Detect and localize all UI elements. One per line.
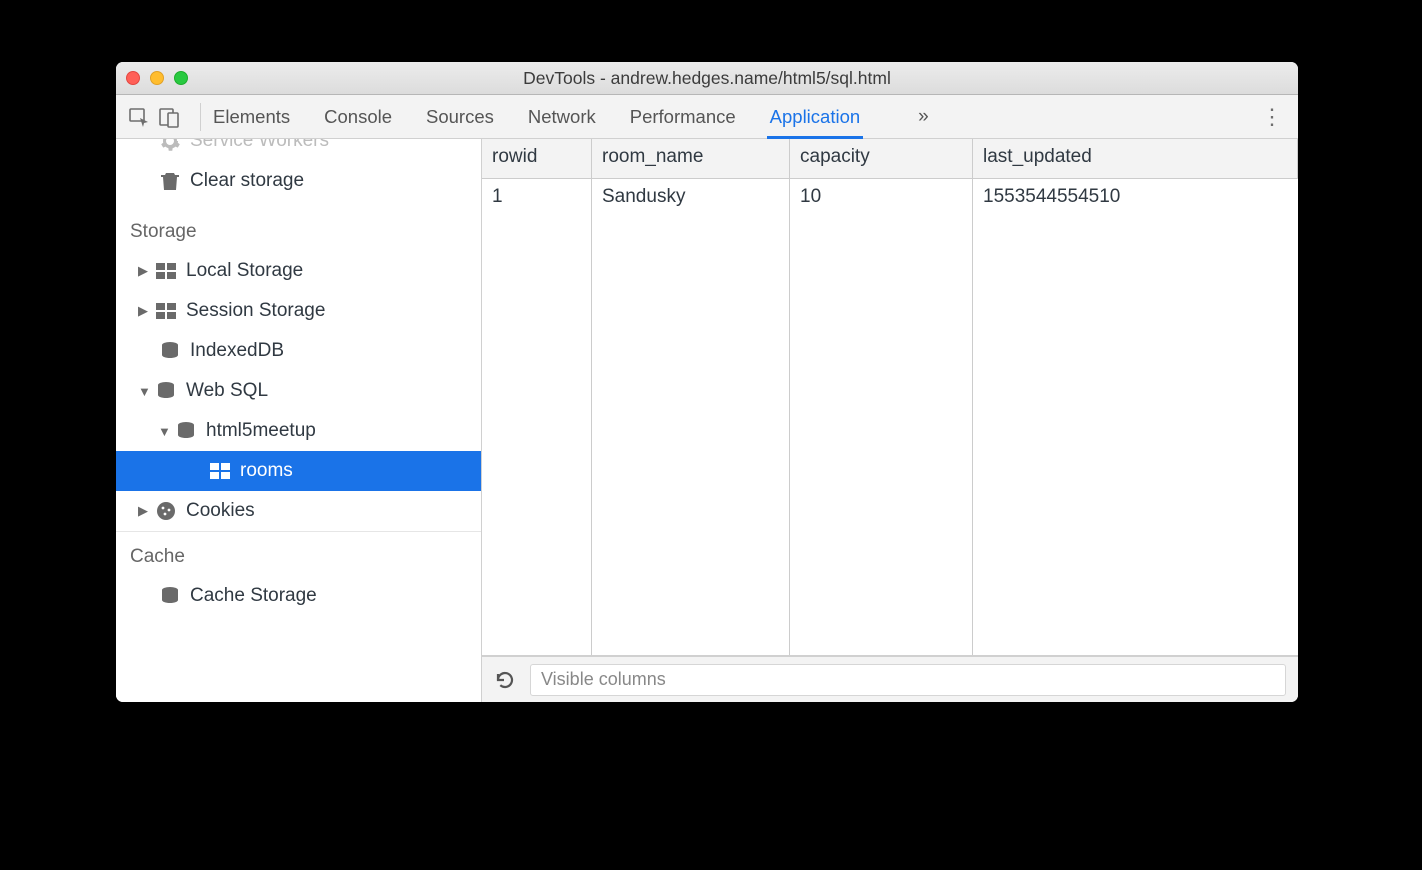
visible-columns-input[interactable] — [530, 664, 1286, 696]
sidebar-label: Service Workers — [190, 139, 329, 152]
sidebar-label: Web SQL — [186, 380, 268, 402]
cell[interactable]: 10 — [790, 179, 973, 655]
inspect-element-icon[interactable] — [128, 106, 150, 128]
panel-tabs: Elements Console Sources Network Perform… — [213, 95, 929, 138]
sidebar-item-local-storage[interactable]: ▶ Local Storage — [116, 251, 481, 291]
grid-icon — [208, 463, 232, 479]
sidebar-label: Cache Storage — [190, 585, 317, 607]
gear-icon — [158, 139, 182, 151]
sidebar-item-websql[interactable]: ▼ Web SQL — [116, 371, 481, 411]
chevron-right-icon: ▶ — [138, 303, 150, 319]
sidebar-label: Session Storage — [186, 300, 325, 322]
grid-icon — [154, 303, 178, 319]
window-title: DevTools - andrew.hedges.name/html5/sql.… — [116, 68, 1298, 89]
tab-sources[interactable]: Sources — [426, 95, 494, 138]
chevron-right-icon: ▶ — [138, 263, 150, 279]
column-header[interactable]: rowid — [482, 139, 592, 179]
sidebar-heading-storage: Storage — [116, 207, 481, 251]
toolbar-divider — [200, 103, 201, 131]
chevron-down-icon: ▼ — [158, 424, 170, 439]
sidebar-item-clear-storage[interactable]: Clear storage — [116, 161, 481, 201]
window-titlebar[interactable]: DevTools - andrew.hedges.name/html5/sql.… — [116, 62, 1298, 95]
tab-network[interactable]: Network — [528, 95, 596, 138]
tab-application[interactable]: Application — [770, 95, 861, 138]
database-icon — [158, 586, 182, 606]
refresh-icon[interactable] — [494, 669, 516, 691]
device-toolbar-icon[interactable] — [158, 106, 180, 128]
column-header[interactable]: last_updated — [973, 139, 1298, 179]
table-content: rowid room_name capacity last_updated 1 … — [482, 139, 1298, 702]
sidebar-label: Clear storage — [190, 170, 304, 192]
tab-elements[interactable]: Elements — [213, 95, 290, 138]
column-header[interactable]: room_name — [592, 139, 790, 179]
grid-footer — [482, 656, 1298, 702]
chevron-right-icon: ▶ — [138, 503, 150, 519]
sidebar-item-cache-storage[interactable]: Cache Storage — [116, 576, 481, 616]
sidebar-label: rooms — [240, 460, 293, 482]
devtools-window: DevTools - andrew.hedges.name/html5/sql.… — [116, 62, 1298, 702]
trash-icon — [158, 171, 182, 191]
sidebar-item-table-selected[interactable]: rooms — [116, 451, 481, 491]
sidebar-item-session-storage[interactable]: ▶ Session Storage — [116, 291, 481, 331]
sidebar-label: Cookies — [186, 500, 255, 522]
column-header[interactable]: capacity — [790, 139, 973, 179]
more-tabs-icon[interactable]: » — [918, 106, 929, 128]
sidebar-label: html5meetup — [206, 420, 316, 442]
database-icon — [174, 421, 198, 441]
cell[interactable]: 1553544554510 — [973, 179, 1298, 655]
sidebar-label: Local Storage — [186, 260, 303, 282]
grid-icon — [154, 263, 178, 279]
cell[interactable]: Sandusky — [592, 179, 790, 655]
sidebar-item-indexeddb[interactable]: IndexedDB — [116, 331, 481, 371]
sidebar-heading-cache: Cache — [116, 531, 481, 576]
panel-body: Service Workers Clear storage Storage ▶ … — [116, 139, 1298, 702]
cell[interactable]: 1 — [482, 179, 592, 655]
sidebar-label: IndexedDB — [190, 340, 284, 362]
application-sidebar: Service Workers Clear storage Storage ▶ … — [116, 139, 482, 702]
sidebar-item-service-workers[interactable]: Service Workers — [116, 139, 481, 161]
data-grid: rowid room_name capacity last_updated 1 … — [482, 139, 1298, 656]
tab-performance[interactable]: Performance — [630, 95, 736, 138]
database-icon — [154, 381, 178, 401]
database-icon — [158, 341, 182, 361]
sidebar-item-cookies[interactable]: ▶ Cookies — [116, 491, 481, 531]
chevron-down-icon: ▼ — [138, 384, 150, 399]
tab-console[interactable]: Console — [324, 95, 392, 138]
settings-menu-icon[interactable]: ⋮ — [1261, 104, 1284, 130]
sidebar-item-database[interactable]: ▼ html5meetup — [116, 411, 481, 451]
cookie-icon — [154, 501, 178, 521]
devtools-toolbar: Elements Console Sources Network Perform… — [116, 95, 1298, 139]
